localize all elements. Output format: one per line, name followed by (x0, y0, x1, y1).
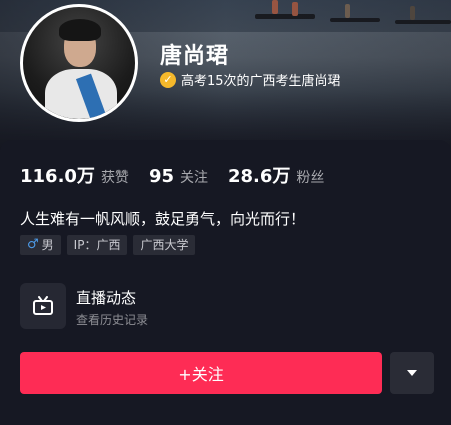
tv-icon (20, 283, 66, 329)
gender-tag: ♂ 男 (20, 235, 61, 255)
live-history-card[interactable]: 直播动态 查看历史记录 (20, 283, 320, 331)
school-tag[interactable]: 广西大学 (133, 235, 196, 255)
ip-tag: IP：广西 (66, 235, 128, 255)
following-label[interactable]: 关注 (180, 167, 208, 187)
follow-button[interactable]: +关注 (20, 352, 382, 394)
avatar[interactable] (20, 4, 138, 122)
live-title: 直播动态 (76, 289, 137, 307)
verified-info: ✓ 高考15次的广西考生唐尚珺 (160, 70, 341, 89)
following-count[interactable]: 95 (149, 166, 174, 187)
verified-text: 高考15次的广西考生唐尚珺 (181, 74, 341, 89)
profile-bio: 人生难有一帆风顺，鼓足勇气，向光而行！ (20, 210, 306, 228)
likes-count[interactable]: 116.0万 (20, 162, 95, 188)
profile-name: 唐尚珺 (160, 44, 230, 69)
followers-count[interactable]: 28.6万 (228, 162, 290, 188)
male-icon: ♂ (27, 237, 39, 252)
gender-label: 男 (41, 238, 54, 252)
profile-tags: ♂ 男 IP：广西 广西大学 (20, 235, 196, 255)
profile-stats: 116.0万 获赞 95 关注 28.6万 粉丝 (20, 162, 338, 188)
live-subtitle: 查看历史记录 (76, 313, 149, 327)
verified-badge-icon: ✓ (160, 71, 176, 88)
followers-label[interactable]: 粉丝 (296, 167, 324, 187)
likes-label[interactable]: 获赞 (101, 167, 129, 187)
more-options-button[interactable] (390, 352, 434, 394)
caret-down-icon (407, 370, 417, 376)
